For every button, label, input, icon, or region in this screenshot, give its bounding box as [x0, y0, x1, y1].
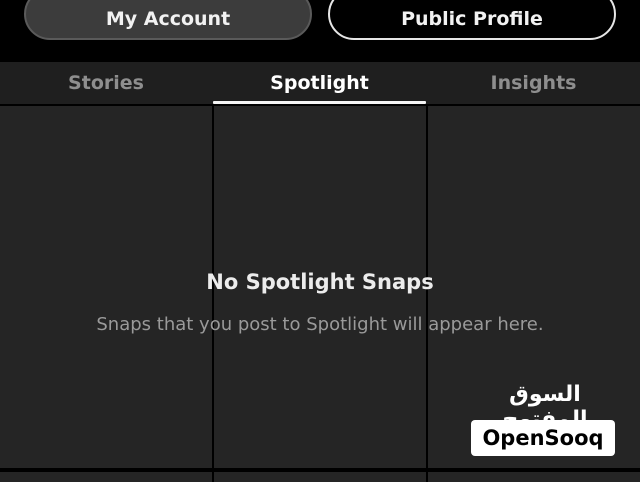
empty-state-subtitle: Snaps that you post to Spotlight will ap… [96, 314, 544, 335]
tab-spotlight-label: Spotlight [270, 72, 369, 94]
my-account-button[interactable]: My Account [24, 0, 312, 40]
profile-button-bar: My Account Public Profile [0, 0, 640, 60]
tab-stories[interactable]: Stories [0, 62, 212, 104]
grid-placeholder-tile [0, 472, 212, 482]
public-profile-label: Public Profile [401, 7, 543, 30]
opensooq-logo: OpenSooq [471, 420, 615, 456]
tab-insights[interactable]: Insights [427, 62, 640, 104]
tab-spotlight[interactable]: Spotlight [213, 62, 426, 104]
active-tab-indicator [213, 101, 426, 104]
public-profile-button[interactable]: Public Profile [328, 0, 616, 40]
my-account-label: My Account [105, 7, 231, 30]
tab-stories-label: Stories [68, 72, 144, 94]
grid-placeholder-tile [214, 472, 426, 482]
opensooq-logo-text: OpenSooq [482, 426, 604, 450]
grid-placeholder-tile [428, 472, 640, 482]
profile-tab-bar: Stories Spotlight Insights [0, 62, 640, 104]
tab-insights-label: Insights [490, 72, 577, 94]
empty-state-title: No Spotlight Snaps [206, 270, 434, 294]
